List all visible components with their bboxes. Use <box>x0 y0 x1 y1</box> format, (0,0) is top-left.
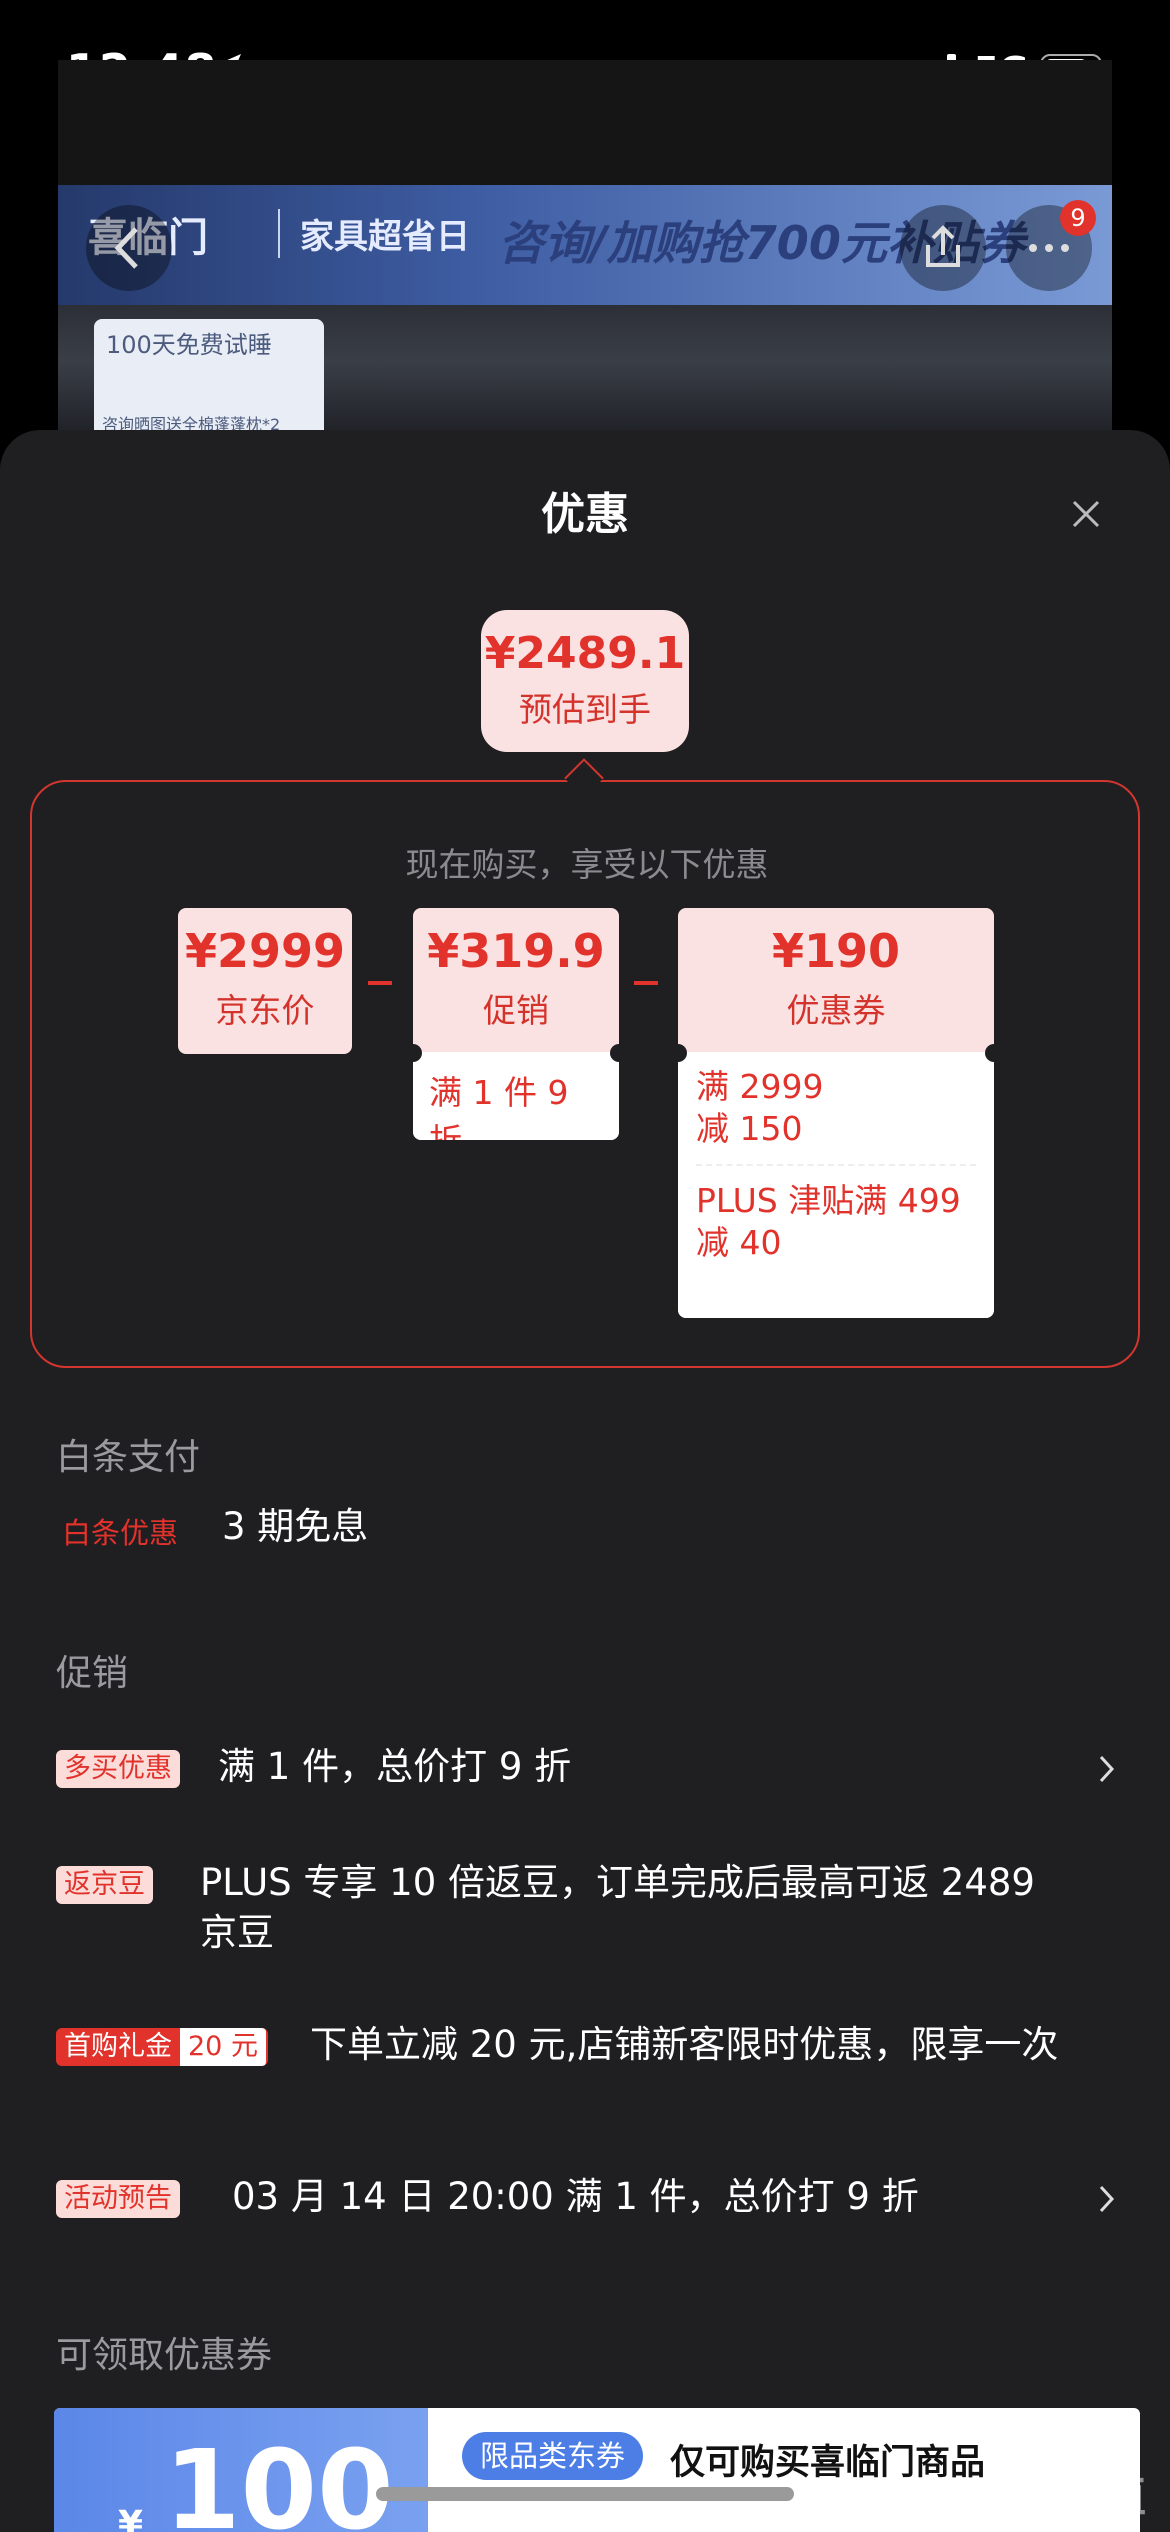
promotion-tag: 首购礼金 20 元 <box>56 2028 268 2066</box>
baitiao-tag: 白条优惠 <box>62 1516 179 1550</box>
share-icon <box>926 225 960 267</box>
coupon-kind-badge: 限品类东券 <box>462 2432 644 2480</box>
promotion-tag: 多买优惠 <box>56 1750 180 1788</box>
estimated-price: ¥2489.1 <box>484 628 686 679</box>
minus-sign <box>634 981 658 985</box>
estimated-price-bubble: ¥2489.1 预估到手 <box>481 610 689 752</box>
discount-sheet: 优惠 ¥2489.1 预估到手 现在购买，享受以下优惠 ¥2999 京东价 ¥3… <box>0 430 1170 2532</box>
promotion-value: ¥319.9 <box>427 924 605 978</box>
cart-count-badge: 9 <box>1060 200 1096 236</box>
chevron-left-icon <box>114 227 138 269</box>
jd-price-label: 京东价 <box>215 991 315 1030</box>
card-notch <box>669 1044 687 1062</box>
promotion-text: PLUS 专享 10 倍返豆，订单完成后最高可返 2489 京豆 <box>200 1861 1035 1954</box>
baitiao-section-title: 白条支付 <box>56 1437 201 1478</box>
promotion-tag-amount: 20 元 <box>180 2028 266 2066</box>
trial-title: 100天免费试睡 <box>106 331 272 359</box>
coupon-label: 优惠券 <box>786 991 886 1030</box>
breakdown-caption: 现在购买，享受以下优惠 <box>405 845 769 884</box>
promotions-section-title: 促销 <box>56 1653 129 1694</box>
promotion-tag-label: 首购礼金 <box>64 2031 172 2062</box>
promotion-item[interactable]: 多买优惠 满 1 件，总价打 9 折 <box>0 1740 1170 1800</box>
estimated-price-label: 预估到手 <box>519 690 651 729</box>
promotion-tag: 返京豆 <box>56 1866 153 1904</box>
coupon-detail-line: 满 2999 减 150 <box>696 1066 976 1166</box>
promotion-text: 满 1 件，总价打 9 折 <box>218 1745 572 1788</box>
promotion-detail: 满 1 件 9 折 <box>413 1052 619 1140</box>
home-indicator[interactable] <box>376 2487 794 2501</box>
coupon-details: 满 2999 减 150 PLUS 津贴满 499 减 40 <box>678 1052 994 1318</box>
card-notch <box>610 1044 628 1062</box>
coupon-amount-panel: ¥ 100 <box>54 2408 428 2532</box>
coupon-description: 仅可购买喜临门商品 <box>670 2443 986 2483</box>
jd-price-card: ¥2999 京东价 <box>178 908 352 1054</box>
coupons-section-title: 可领取优惠券 <box>56 2335 273 2376</box>
promotion-label: 促销 <box>483 991 549 1030</box>
baitiao-row[interactable]: 白条优惠 3 期免息 <box>0 1500 1170 1560</box>
promotion-price-card: ¥319.9 促销 满 1 件 9 折 <box>413 908 619 1140</box>
chevron-right-icon <box>1099 1755 1115 1783</box>
coupon-value: ¥190 <box>771 924 901 978</box>
coupon-amount: 100 <box>164 2426 394 2532</box>
sheet-title: 优惠 <box>541 489 629 540</box>
promotion-text: 03 月 14 日 20:00 满 1 件，总价打 9 折 <box>232 2175 919 2218</box>
back-button[interactable] <box>86 205 172 291</box>
product-image: 100天免费试睡 咨询晒图送全棉蓬蓬枕*2 <box>58 305 1112 440</box>
coupon-currency: ¥ <box>118 2504 144 2532</box>
coupon-card[interactable]: ¥ 100 限品类东券 仅可购买喜临门商品 <box>54 2408 1140 2532</box>
minus-sign <box>368 981 392 985</box>
promotion-item[interactable]: 活动预告 03 月 14 日 20:00 满 1 件，总价打 9 折 <box>0 2170 1170 2230</box>
close-icon[interactable] <box>1066 494 1106 534</box>
promotion-text: 下单立减 20 元,店铺新客限时优惠，限享一次 <box>310 2023 1059 2066</box>
coupon-detail-line: PLUS 津贴满 499 减 40 <box>696 1181 961 1262</box>
trial-card: 100天免费试睡 咨询晒图送全棉蓬蓬枕*2 <box>94 319 324 440</box>
watermark-url: zhizhizhi.com <box>1010 2510 1132 2531</box>
card-notch <box>985 1044 1003 1062</box>
jd-price-value: ¥2999 <box>184 924 346 978</box>
promotion-item: 返京豆 PLUS 专享 10 倍返豆，订单完成后最高可返 2489 京豆 <box>0 1856 1170 1966</box>
baitiao-text: 3 期免息 <box>222 1505 369 1548</box>
price-breakdown-box: 现在购买，享受以下优惠 ¥2999 京东价 ¥319.9 促销 满 1 件 9 … <box>30 780 1140 1368</box>
promotion-item: 首购礼金 20 元 下单立减 20 元,店铺新客限时优惠，限享一次 <box>0 2018 1170 2128</box>
card-notch <box>404 1044 422 1062</box>
banner-brand-sub: 家具超省日 <box>278 209 470 258</box>
share-button[interactable] <box>900 205 986 291</box>
promotion-tag: 活动预告 <box>56 2180 180 2218</box>
chevron-right-icon <box>1099 2185 1115 2213</box>
coupon-price-card: ¥190 优惠券 满 2999 减 150 PLUS 津贴满 499 减 40 <box>678 908 994 1318</box>
